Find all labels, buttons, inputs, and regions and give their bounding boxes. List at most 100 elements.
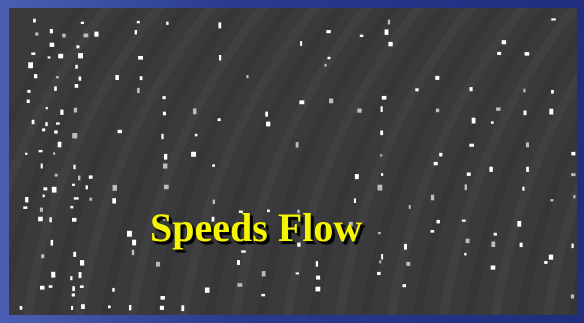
flow-particle — [78, 53, 83, 59]
flow-particle — [489, 166, 493, 172]
flow-particle — [62, 33, 66, 38]
flow-particle — [163, 184, 169, 190]
flow-particle — [112, 287, 115, 292]
flow-particle — [78, 272, 82, 279]
flow-particle — [162, 111, 166, 116]
flow-particle — [129, 305, 132, 311]
flow-particle — [354, 174, 359, 180]
flow-particle — [117, 129, 122, 134]
flow-streak — [568, 272, 577, 315]
flow-particle — [159, 305, 164, 310]
flow-particle — [384, 29, 389, 35]
flow-particle — [212, 199, 215, 205]
flow-particle — [27, 89, 31, 93]
flow-particle — [465, 238, 470, 244]
flow-particle — [218, 22, 222, 29]
flow-particle — [219, 55, 222, 61]
flow-particle — [493, 232, 497, 236]
flow-particle — [31, 119, 35, 125]
flow-particle — [491, 241, 496, 247]
flow-particle — [112, 184, 117, 191]
flow-particle — [56, 122, 60, 125]
flow-particle — [408, 205, 411, 209]
flow-particle — [54, 130, 58, 134]
flow-particle — [380, 106, 383, 113]
flow-particle — [471, 117, 476, 124]
flow-particle — [71, 305, 74, 310]
flow-particle — [571, 173, 576, 177]
flow-particle — [112, 198, 116, 204]
flow-particle — [94, 31, 99, 37]
flow-particle — [523, 110, 527, 116]
flow-particle — [43, 187, 48, 191]
flow-particle — [83, 33, 89, 38]
flow-particle — [31, 52, 36, 55]
flow-particle — [466, 172, 471, 176]
flow-particle — [47, 56, 51, 59]
flow-particle — [217, 118, 221, 122]
flow-particle — [315, 286, 321, 292]
flow-particle — [53, 152, 56, 155]
flow-particle — [127, 230, 132, 237]
flow-particle — [72, 183, 75, 186]
flow-particle — [316, 275, 321, 280]
flow-particle — [295, 142, 299, 148]
flow-particle — [41, 254, 45, 259]
flow-particle — [73, 164, 76, 170]
flow-particle — [193, 108, 197, 115]
flow-particle — [181, 305, 185, 312]
flow-particle — [353, 198, 356, 203]
flow-particle — [430, 230, 435, 233]
flow-particle — [237, 283, 243, 287]
flow-particle — [387, 19, 391, 25]
flow-particle — [402, 284, 406, 288]
flow-particle — [137, 87, 140, 94]
flow-particle — [524, 52, 530, 56]
flow-particle — [72, 133, 78, 139]
flow-particle — [548, 254, 554, 260]
flow-particle — [433, 161, 438, 166]
flow-particle — [72, 286, 75, 292]
flow-particle — [39, 207, 43, 212]
flow-particle — [204, 287, 210, 293]
flow-particle — [246, 75, 249, 79]
flow-particle — [70, 276, 73, 281]
particle-flow-field — [9, 8, 577, 315]
flow-particle — [435, 75, 440, 80]
flow-particle — [381, 173, 384, 176]
flow-particle — [241, 250, 246, 253]
flow-particle — [379, 260, 382, 264]
flow-particle — [70, 205, 74, 209]
flow-particle — [469, 87, 473, 92]
flow-particle — [132, 239, 137, 246]
flow-particle — [326, 30, 331, 34]
flow-particle — [34, 74, 38, 79]
flow-particle — [435, 108, 440, 113]
flow-particle — [439, 152, 443, 157]
flow-particle — [57, 141, 62, 148]
flow-particle — [266, 121, 271, 127]
flow-particle — [74, 84, 79, 88]
flow-particle — [497, 51, 502, 55]
flow-particle — [295, 272, 299, 275]
flow-particle — [72, 217, 77, 222]
flow-particle — [359, 34, 364, 37]
flow-particle — [115, 75, 119, 80]
flow-particle — [461, 219, 466, 222]
flow-particle — [380, 130, 384, 136]
flow-particle — [496, 107, 501, 111]
flow-particle — [324, 63, 327, 67]
flow-particle — [131, 249, 135, 256]
flow-particle — [523, 88, 526, 93]
flow-particle — [194, 133, 198, 137]
flow-particle — [49, 217, 52, 223]
flow-particle — [156, 261, 160, 267]
flow-particle — [38, 150, 43, 153]
flow-particle — [80, 21, 84, 24]
flow-particle — [388, 41, 393, 47]
flow-particle — [25, 197, 29, 203]
flow-particle — [73, 197, 79, 200]
flow-particle — [35, 32, 39, 36]
flow-particle — [191, 151, 196, 157]
flow-particle — [415, 88, 419, 92]
